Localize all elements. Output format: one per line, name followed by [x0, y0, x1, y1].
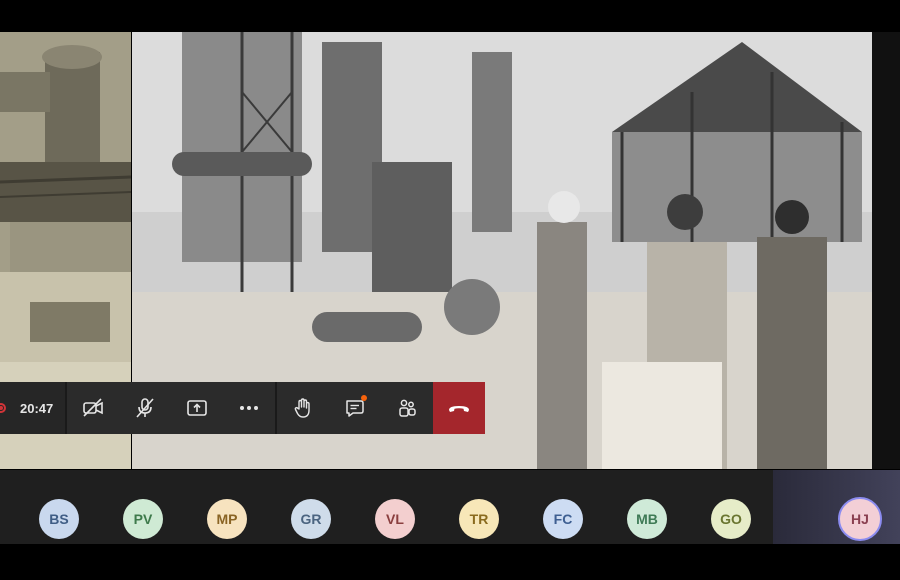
call-control-bar: 20:47	[0, 382, 496, 434]
participant-avatar[interactable]: VL	[375, 499, 415, 539]
camera-off-icon	[83, 398, 104, 417]
participant-avatar[interactable]: MB	[627, 499, 667, 539]
participant-avatar[interactable]: BS	[39, 499, 79, 539]
recording-indicator-icon	[0, 403, 6, 413]
participant-initials: VL	[386, 511, 404, 527]
video-edge-strip	[872, 32, 900, 469]
phone-hangup-icon	[449, 406, 470, 412]
participants-button[interactable]	[381, 382, 433, 434]
mic-off-icon	[136, 398, 154, 418]
participant-avatar[interactable]: MP	[207, 499, 247, 539]
participant-strip: BS PV MP GR VL TR FC MB GO	[0, 470, 900, 544]
share-icon	[187, 400, 208, 416]
participant-avatar[interactable]: FC	[543, 499, 583, 539]
more-icon	[240, 406, 259, 410]
more-options-button[interactable]	[223, 382, 275, 434]
raise-hand-button[interactable]	[277, 382, 329, 434]
participant-avatar[interactable]: GR	[291, 499, 331, 539]
people-icon	[399, 399, 416, 417]
mic-off-button[interactable]	[119, 382, 171, 434]
self-view-tile[interactable]	[773, 470, 900, 544]
call-timer: 20:47	[0, 382, 66, 434]
self-avatar[interactable]: HJ	[838, 497, 882, 541]
hand-icon	[294, 398, 310, 418]
participant-initials: BS	[49, 511, 69, 527]
bottom-bar	[0, 544, 900, 580]
elapsed-time: 20:47	[20, 400, 54, 416]
participant-initials: PV	[133, 511, 153, 527]
participant-initials: MP	[216, 511, 238, 527]
participant-avatar[interactable]: PV	[123, 499, 163, 539]
participant-initials: TR	[469, 511, 489, 527]
collab-controls	[277, 382, 434, 434]
participant-avatar[interactable]: TR	[459, 499, 499, 539]
participant-initials: GO	[720, 511, 742, 527]
self-initials: HJ	[851, 511, 869, 527]
participant-initials: GR	[300, 511, 322, 527]
participant-initials: FC	[553, 511, 573, 527]
participant-initials: MB	[636, 511, 658, 527]
hang-up-button[interactable]	[433, 382, 486, 434]
media-controls	[67, 382, 276, 434]
share-screen-button[interactable]	[171, 382, 223, 434]
participant-avatar[interactable]: GO	[711, 499, 751, 539]
camera-off-button[interactable]	[67, 382, 119, 434]
meeting-stage: 20:47 BS PV MP GR VL TR FC MB GO HJ	[0, 0, 900, 580]
chat-button[interactable]	[329, 382, 381, 434]
